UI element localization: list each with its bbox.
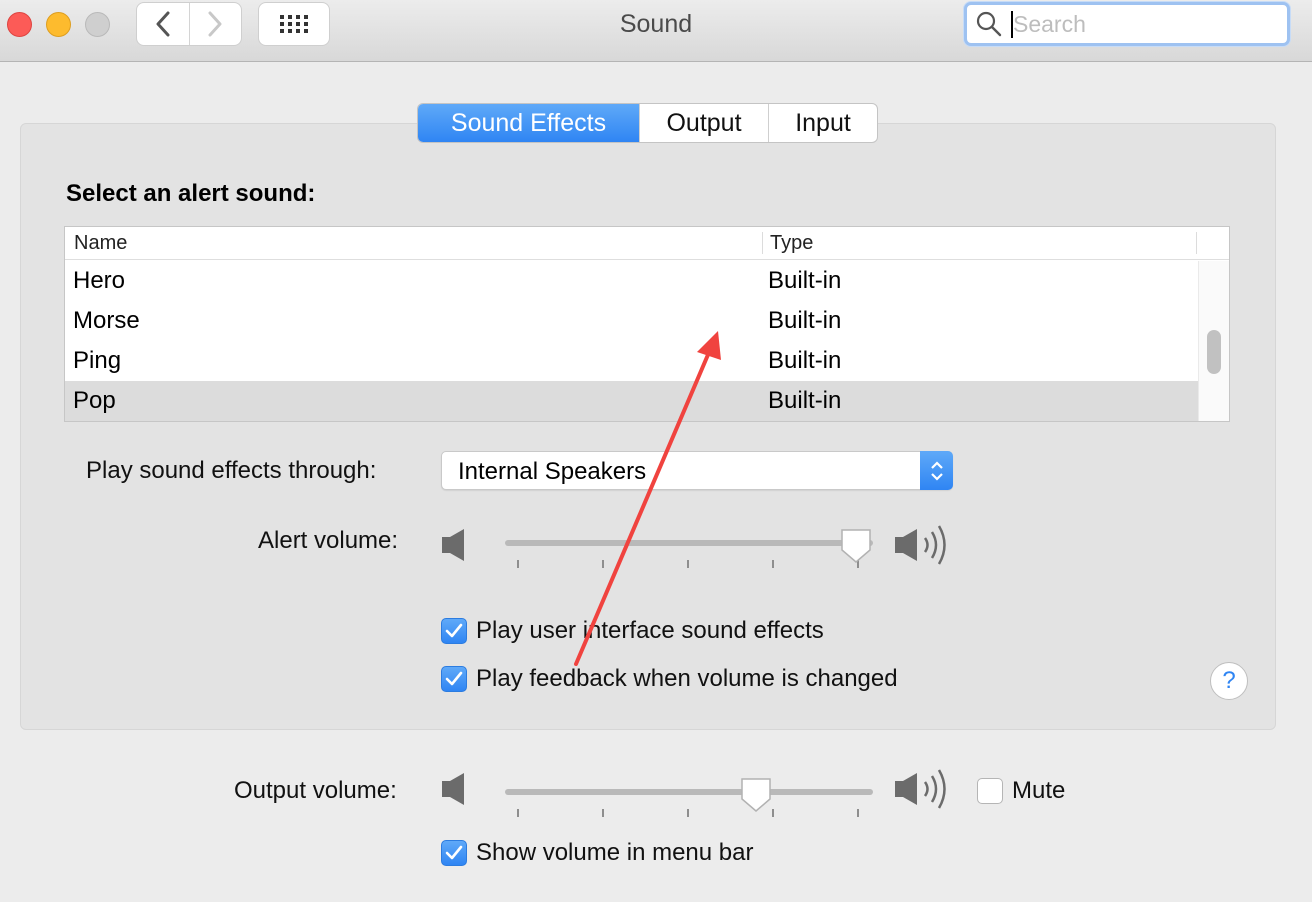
output-volume-label: Output volume: bbox=[234, 777, 397, 804]
search-input[interactable] bbox=[1011, 10, 1271, 38]
sound-type: Built-in bbox=[768, 347, 842, 374]
slider-tick bbox=[602, 809, 604, 817]
search-icon bbox=[967, 5, 1011, 43]
show-volume-menu-bar-label[interactable]: Show volume in menu bar bbox=[476, 839, 753, 867]
column-divider bbox=[762, 232, 763, 254]
mute-checkbox[interactable] bbox=[977, 778, 1003, 804]
close-window-button[interactable] bbox=[7, 12, 32, 37]
checkmark-icon bbox=[445, 623, 463, 638]
slider-track bbox=[505, 789, 873, 795]
checkmark-icon bbox=[445, 845, 463, 860]
table-row[interactable]: Morse Built-in bbox=[65, 301, 1198, 341]
sound-preferences-window: Sound Sound Effects Output Input Select … bbox=[0, 0, 1312, 902]
table-header: Name Type bbox=[65, 227, 1229, 260]
volume-low-icon bbox=[442, 529, 464, 561]
navigation-buttons bbox=[136, 2, 242, 46]
table-row[interactable]: Hero Built-in bbox=[65, 261, 1198, 301]
table-row-selected[interactable]: Pop Built-in bbox=[65, 381, 1198, 421]
table-row[interactable]: Ping Built-in bbox=[65, 341, 1198, 381]
sound-name: Ping bbox=[73, 347, 122, 374]
minimize-window-button[interactable] bbox=[46, 12, 71, 37]
tab-input[interactable]: Input bbox=[768, 104, 877, 142]
show-volume-menu-bar-checkbox[interactable] bbox=[441, 840, 467, 866]
volume-feedback-label[interactable]: Play feedback when volume is changed bbox=[476, 665, 898, 693]
alert-sound-heading: Select an alert sound: bbox=[66, 180, 316, 207]
play-through-label: Play sound effects through: bbox=[86, 457, 377, 484]
zoom-window-button[interactable] bbox=[85, 12, 110, 37]
slider-tick bbox=[687, 809, 689, 817]
grid-icon bbox=[280, 15, 308, 33]
help-button[interactable]: ? bbox=[1210, 662, 1248, 700]
sound-type: Built-in bbox=[768, 307, 842, 334]
volume-high-icon bbox=[895, 525, 946, 565]
tab-output[interactable]: Output bbox=[639, 104, 768, 142]
alert-sounds-table: Name Type Hero Built-in Morse Built-in P… bbox=[64, 226, 1230, 422]
tab-bar: Sound Effects Output Input bbox=[417, 103, 878, 143]
volume-feedback-checkbox[interactable] bbox=[441, 666, 467, 692]
volume-high-icon bbox=[895, 769, 946, 809]
chevron-left-icon bbox=[156, 11, 170, 37]
alert-volume-slider[interactable] bbox=[505, 529, 873, 568]
alert-volume-label: Alert volume: bbox=[258, 527, 399, 554]
show-all-button[interactable] bbox=[258, 2, 330, 46]
slider-tick bbox=[772, 560, 774, 568]
column-header-name[interactable]: Name bbox=[74, 232, 127, 255]
mute-label[interactable]: Mute bbox=[1012, 777, 1065, 805]
sound-name: Hero bbox=[73, 267, 126, 294]
ui-sound-effects-checkbox[interactable] bbox=[441, 618, 467, 644]
column-divider bbox=[1196, 232, 1197, 254]
scrollbar-thumb[interactable] bbox=[1207, 330, 1221, 374]
tab-sound-effects[interactable]: Sound Effects bbox=[418, 104, 639, 142]
popup-arrows-icon bbox=[920, 451, 953, 490]
slider-track bbox=[505, 540, 873, 546]
output-volume-slider[interactable] bbox=[505, 778, 873, 817]
sound-type: Built-in bbox=[768, 267, 842, 294]
forward-button[interactable] bbox=[188, 3, 241, 45]
volume-low-icon bbox=[442, 773, 464, 805]
slider-tick bbox=[687, 560, 689, 568]
title-bar: Sound bbox=[0, 0, 1312, 62]
slider-thumb[interactable] bbox=[839, 528, 873, 564]
search-field[interactable] bbox=[964, 2, 1290, 46]
sound-type: Built-in bbox=[768, 387, 842, 414]
slider-tick bbox=[517, 809, 519, 817]
sound-name: Morse bbox=[73, 307, 140, 334]
output-device-value: Internal Speakers bbox=[458, 458, 647, 485]
checkmark-icon bbox=[445, 671, 463, 686]
chevron-right-icon bbox=[208, 11, 222, 37]
table-body: Hero Built-in Morse Built-in Ping Built-… bbox=[65, 261, 1198, 421]
output-device-popup[interactable]: Internal Speakers bbox=[441, 451, 953, 490]
back-button[interactable] bbox=[137, 3, 189, 45]
slider-thumb[interactable] bbox=[739, 777, 773, 813]
column-header-type[interactable]: Type bbox=[770, 232, 813, 255]
slider-tick bbox=[517, 560, 519, 568]
slider-tick bbox=[602, 560, 604, 568]
ui-sound-effects-label[interactable]: Play user interface sound effects bbox=[476, 617, 824, 645]
sound-name: Pop bbox=[73, 387, 116, 414]
slider-tick bbox=[857, 809, 859, 817]
